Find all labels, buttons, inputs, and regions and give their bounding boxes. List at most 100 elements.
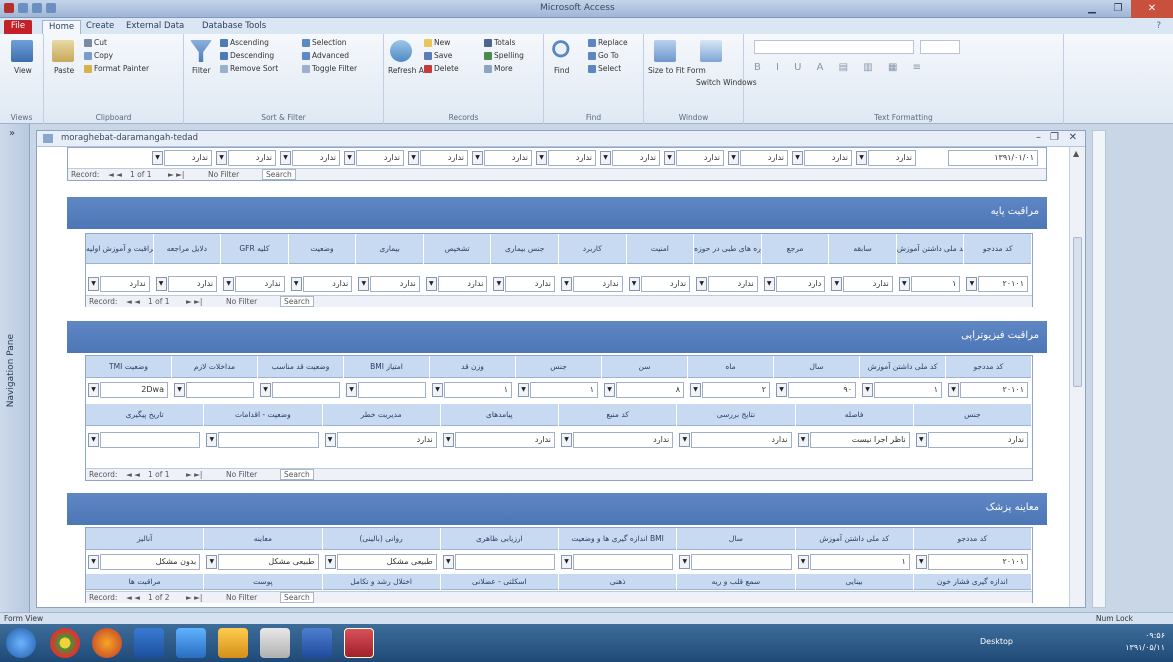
field-value[interactable]: 2Dwa — [100, 382, 168, 398]
tab-create[interactable]: Create — [80, 20, 120, 34]
find-button[interactable]: Find — [554, 66, 569, 75]
font-name-select[interactable] — [754, 40, 914, 54]
filter-button[interactable]: Filter — [192, 66, 211, 75]
recnav-first-prev[interactable]: ◄ ◄ — [126, 297, 140, 306]
tab-database-tools[interactable]: Database Tools — [196, 20, 272, 34]
dropdown-arrow-icon[interactable]: ▼ — [776, 383, 787, 397]
dropdown-arrow-icon[interactable]: ▼ — [442, 433, 454, 447]
field-top-value[interactable]: ندارد — [548, 150, 596, 166]
more-button[interactable]: More — [484, 64, 513, 73]
field-value[interactable]: ندارد — [437, 276, 488, 292]
replace-button[interactable]: Replace — [588, 38, 628, 47]
dropdown-arrow-icon[interactable]: ▼ — [206, 555, 218, 569]
recnav-position[interactable]: 1 of 1 — [130, 170, 152, 179]
form-vertical-scrollbar[interactable]: ▲ — [1069, 147, 1085, 607]
dropdown-arrow-icon[interactable]: ▼ — [324, 433, 336, 447]
field-value[interactable]: ۱ — [910, 276, 961, 292]
field-value[interactable]: ندارد — [454, 432, 555, 448]
field-top-value[interactable]: ندارد — [228, 150, 276, 166]
dropdown-arrow-icon[interactable]: ▼ — [88, 433, 99, 447]
field-value[interactable]: ۲۰۱۰۱ — [960, 382, 1028, 398]
field-value[interactable]: ندارد — [708, 276, 758, 292]
dropdown-arrow-icon[interactable]: ▼ — [324, 555, 336, 569]
dropdown-arrow-icon[interactable]: ▼ — [728, 151, 739, 165]
recnav-first-prev[interactable]: ◄ ◄ — [108, 170, 122, 179]
field-date[interactable]: ۱۳۹۱/۰۱/۰۱ — [948, 150, 1038, 166]
field-value[interactable]: ندارد — [927, 432, 1028, 448]
maximize-button[interactable]: ❐ — [1105, 0, 1131, 18]
dropdown-arrow-icon[interactable]: ▼ — [831, 277, 843, 291]
recnav-search[interactable]: Search — [262, 169, 296, 180]
format-painter-button[interactable]: Format Painter — [84, 64, 149, 73]
dropdown-arrow-icon[interactable]: ▼ — [628, 277, 640, 291]
dropdown-arrow-icon[interactable]: ▼ — [260, 383, 271, 397]
save-record-button[interactable]: Save — [424, 51, 452, 60]
field-value[interactable]: ۲۰۱۰۱ — [927, 554, 1028, 570]
field-value[interactable]: ۹۰ — [788, 382, 856, 398]
field-value[interactable]: ندارد — [691, 432, 792, 448]
field-value[interactable]: ندارد — [370, 276, 420, 292]
field-value[interactable]: ۸ — [616, 382, 684, 398]
field-value[interactable]: ندارد — [302, 276, 353, 292]
dropdown-arrow-icon[interactable]: ▼ — [344, 151, 355, 165]
chevron-right-icon[interactable]: » — [9, 128, 15, 139]
field-value[interactable]: طبیعی مشکل — [218, 554, 319, 570]
recnav-filter[interactable]: No Filter — [226, 470, 257, 479]
chrome-icon[interactable] — [50, 628, 80, 658]
desktop-toolbar-label[interactable]: Desktop — [980, 637, 1013, 646]
field-value[interactable]: دارد — [775, 276, 826, 292]
copy-button[interactable]: Copy — [84, 51, 113, 60]
ascending-button[interactable]: Ascending — [220, 38, 269, 47]
save-quick-icon[interactable] — [18, 3, 28, 13]
tab-home[interactable]: Home — [42, 20, 82, 34]
dropdown-arrow-icon[interactable]: ▼ — [152, 151, 163, 165]
dropdown-arrow-icon[interactable]: ▼ — [898, 277, 910, 291]
form-minimize-button[interactable]: – — [1036, 132, 1041, 143]
select-button[interactable]: Select — [588, 64, 621, 73]
start-orb-icon[interactable] — [6, 628, 36, 658]
recnav-next-last[interactable]: ► ►| — [186, 470, 202, 479]
internet-explorer-icon[interactable] — [176, 628, 206, 658]
field-value[interactable]: ۱ — [444, 382, 512, 398]
outer-scrollbar[interactable] — [1092, 130, 1106, 608]
dropdown-arrow-icon[interactable]: ▼ — [696, 277, 708, 291]
delete-record-button[interactable]: Delete — [424, 64, 459, 73]
recnav-filter[interactable]: No Filter — [226, 593, 257, 602]
clock[interactable]: ۰۹:۵۶ ۱۳۹۱/۰۵/۱۱ — [1125, 630, 1165, 654]
dropdown-arrow-icon[interactable]: ▼ — [561, 277, 572, 291]
descending-button[interactable]: Descending — [220, 51, 274, 60]
field-top-value[interactable]: ندارد — [484, 150, 532, 166]
dropdown-arrow-icon[interactable]: ▼ — [88, 277, 99, 291]
dropdown-arrow-icon[interactable]: ▼ — [346, 383, 357, 397]
minimize-button[interactable]: ▁ — [1079, 0, 1105, 18]
dropdown-arrow-icon[interactable]: ▼ — [561, 555, 572, 569]
field-value[interactable]: ندارد — [640, 276, 691, 292]
dropdown-arrow-icon[interactable]: ▼ — [604, 383, 615, 397]
recnav-search[interactable]: Search — [280, 296, 314, 307]
recnav-next-last[interactable]: ► ►| — [168, 170, 184, 179]
recnav-next-last[interactable]: ► ►| — [186, 593, 202, 602]
scroll-thumb[interactable] — [1073, 237, 1082, 387]
recnav-first-prev[interactable]: ◄ ◄ — [126, 470, 140, 479]
field-value[interactable] — [691, 554, 792, 570]
tab-external-data[interactable]: External Data — [120, 20, 190, 34]
field-value[interactable] — [454, 554, 555, 570]
dropdown-arrow-icon[interactable]: ▼ — [915, 555, 927, 569]
refresh-all-button[interactable]: Refresh All — [388, 66, 428, 75]
field-value[interactable]: ندارد — [336, 432, 437, 448]
recnav-position[interactable]: 1 of 1 — [148, 297, 170, 306]
dropdown-arrow-icon[interactable]: ▼ — [792, 151, 803, 165]
paste-button[interactable]: Paste — [54, 66, 74, 75]
totals-button[interactable]: Totals — [484, 38, 515, 47]
dropdown-arrow-icon[interactable]: ▼ — [206, 433, 218, 447]
word-icon[interactable] — [302, 628, 332, 658]
field-value[interactable]: ۲ — [702, 382, 770, 398]
field-top-value[interactable]: ندارد — [612, 150, 660, 166]
recnav-search[interactable]: Search — [280, 469, 314, 480]
form-close-button[interactable]: ✕ — [1069, 132, 1077, 143]
dropdown-arrow-icon[interactable]: ▼ — [408, 151, 419, 165]
access-icon[interactable] — [344, 628, 374, 658]
remove-sort-button[interactable]: Remove Sort — [220, 64, 278, 73]
dropdown-arrow-icon[interactable]: ▼ — [472, 151, 483, 165]
format-buttons[interactable]: B I U A ▤ ▥ ▦ ≡ — [754, 62, 927, 73]
